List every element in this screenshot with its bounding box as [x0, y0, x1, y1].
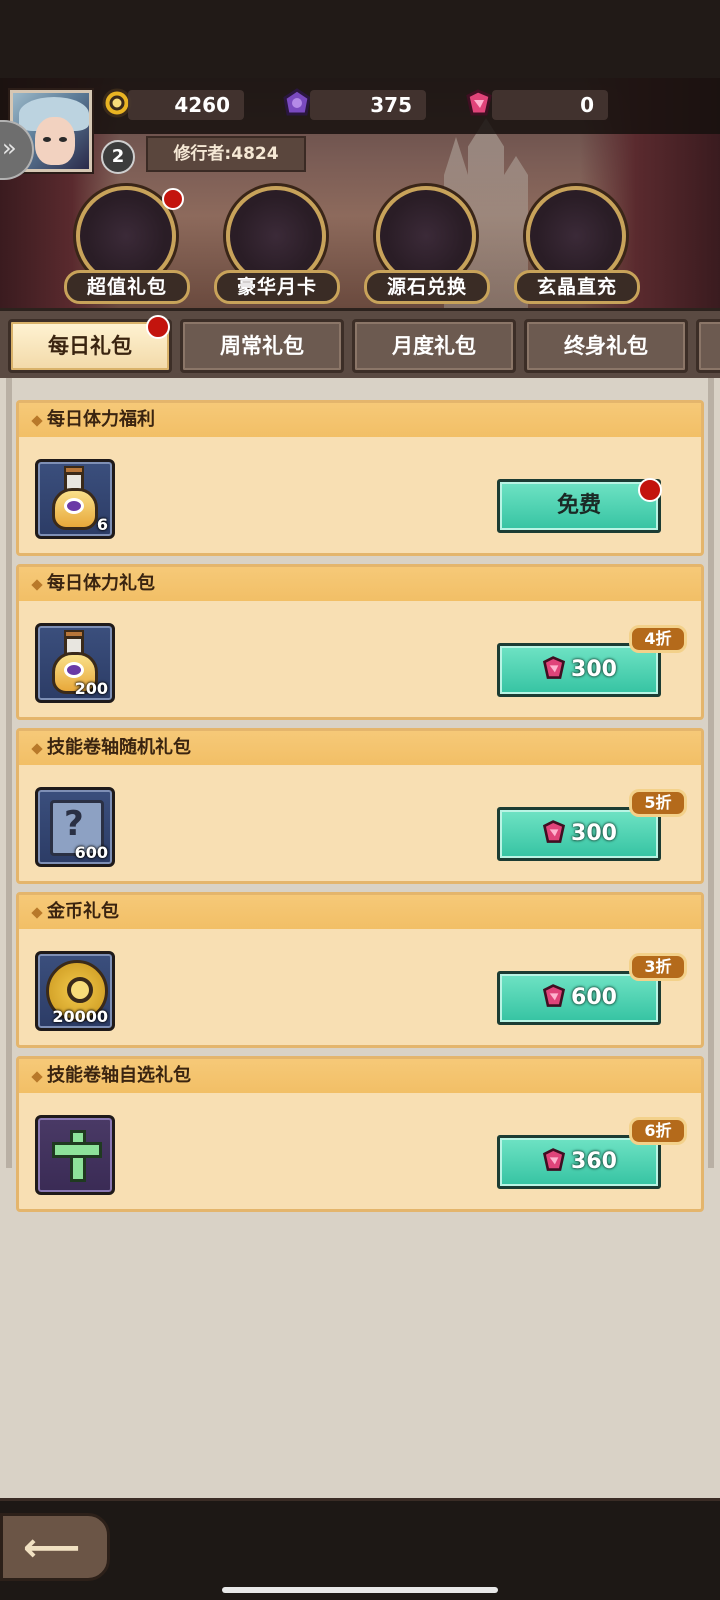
- stamina-potion-icon[interactable]: 6: [35, 459, 115, 539]
- pack-title-text: 技能卷轴自选礼包: [47, 1065, 191, 1086]
- potion-eye: [64, 662, 84, 678]
- purple-source-stone-icon: [283, 88, 311, 116]
- skill-scroll-icon[interactable]: ? 600: [35, 787, 115, 867]
- status-bar: [0, 0, 720, 78]
- gold-coin-icon[interactable]: 20000: [35, 951, 115, 1031]
- potion-eye: [64, 498, 84, 514]
- pink-crystal-icon: [543, 656, 566, 679]
- pack-title-text: 每日体力福利: [47, 409, 155, 430]
- player-level-badge: 2: [101, 140, 135, 174]
- pack-title-text: 金币礼包: [47, 901, 119, 922]
- pack-title: 每日体力礼包: [19, 567, 701, 601]
- tab-more[interactable]: [696, 319, 720, 373]
- pack-list: 每日体力福利 6 免费 每日体力礼包 200 300 4折 技能卷轴随机礼包 ?…: [0, 378, 720, 1498]
- cross-horizontal: [52, 1142, 102, 1158]
- promo-label: 超值礼包: [64, 270, 190, 304]
- pink-crystal-icon: [543, 820, 566, 843]
- pack-title: 金币礼包: [19, 895, 701, 929]
- pink-crystal-icon: [543, 984, 566, 1007]
- promo-label: 玄晶直充: [514, 270, 640, 304]
- discount-badge: 6折: [629, 1117, 687, 1145]
- pack-card: 技能卷轴随机礼包 ? 600 300 5折: [16, 728, 704, 884]
- chevron-right-icon: »: [2, 134, 17, 162]
- item-quantity: 6: [96, 515, 108, 534]
- notification-dot: [146, 315, 170, 339]
- shop-header: » 4260 375 0 2 修行者:4824 超值礼包 豪华月卡 源石兑换 玄…: [0, 78, 720, 308]
- pack-category-tabs: 每日礼包 周常礼包 月度礼包 终身礼包: [0, 308, 720, 378]
- tab-monthly[interactable]: 月度礼包: [352, 319, 516, 373]
- pink-crystal-icon: [543, 1148, 566, 1171]
- pack-title-text: 技能卷轴随机礼包: [47, 737, 191, 758]
- pack-card: 每日体力礼包 200 300 4折: [16, 564, 704, 720]
- pack-title: 技能卷轴自选礼包: [19, 1059, 701, 1093]
- back-arrow-icon: ⟵: [23, 1525, 81, 1571]
- price: 300: [571, 657, 617, 682]
- promo-value-pack[interactable]: 超值礼包: [64, 186, 190, 304]
- promo-label: 源石兑换: [364, 270, 490, 304]
- source-stone-amount: 375: [310, 90, 426, 120]
- diamond-icon: [31, 907, 43, 919]
- promo-monthly-card[interactable]: 豪华月卡: [214, 186, 340, 304]
- pack-card: 技能卷轴自选礼包 360 6折: [16, 1056, 704, 1212]
- avatar-face: [35, 117, 75, 165]
- diamond-icon: [31, 1071, 43, 1083]
- tab-weekly[interactable]: 周常礼包: [180, 319, 344, 373]
- pack-title: 每日体力福利: [19, 403, 701, 437]
- pack-card: 金币礼包 20000 600 3折: [16, 892, 704, 1048]
- pack-title: 技能卷轴随机礼包: [19, 731, 701, 765]
- diamond-icon: [31, 415, 43, 427]
- diamond-icon: [31, 743, 43, 755]
- avatar-eye: [59, 137, 67, 142]
- stamina-potion-icon[interactable]: 200: [35, 623, 115, 703]
- question-mark-icon: ?: [64, 804, 84, 844]
- promo-source-exchange[interactable]: 源石兑换: [364, 186, 490, 304]
- tab-lifetime[interactable]: 终身礼包: [524, 319, 688, 373]
- green-cross-icon: [52, 1130, 102, 1182]
- item-quantity: 20000: [52, 1007, 108, 1026]
- player-name: 修行者:4824: [146, 136, 306, 172]
- crystal-amount: 0: [492, 90, 608, 120]
- claim-free-button[interactable]: 免费: [497, 478, 662, 533]
- button-label: 免费: [556, 493, 601, 518]
- gold-amount: 4260: [128, 90, 244, 120]
- pack-title-text: 每日体力礼包: [47, 573, 155, 594]
- green-skill-icon[interactable]: [35, 1115, 115, 1195]
- item-quantity: 200: [74, 679, 108, 698]
- discount-badge: 4折: [629, 625, 687, 653]
- avatar-eye: [43, 137, 51, 142]
- notification-dot: [162, 188, 184, 210]
- pink-crystal-icon: [466, 89, 492, 116]
- home-indicator[interactable]: [222, 1587, 498, 1593]
- discount-badge: 5折: [629, 789, 687, 817]
- back-button[interactable]: ⟵: [0, 1513, 110, 1581]
- bottom-bar: ⟵: [0, 1498, 720, 1600]
- promo-label: 豪华月卡: [214, 270, 340, 304]
- item-quantity: 600: [74, 843, 108, 862]
- notification-dot: [638, 478, 662, 502]
- pack-card: 每日体力福利 6 免费: [16, 400, 704, 556]
- discount-badge: 3折: [629, 953, 687, 981]
- price: 600: [571, 985, 617, 1010]
- diamond-icon: [31, 579, 43, 591]
- price: 360: [571, 1149, 617, 1174]
- price: 300: [571, 821, 617, 846]
- promo-crystal-recharge[interactable]: 玄晶直充: [514, 186, 640, 304]
- coin-center: [67, 977, 93, 1003]
